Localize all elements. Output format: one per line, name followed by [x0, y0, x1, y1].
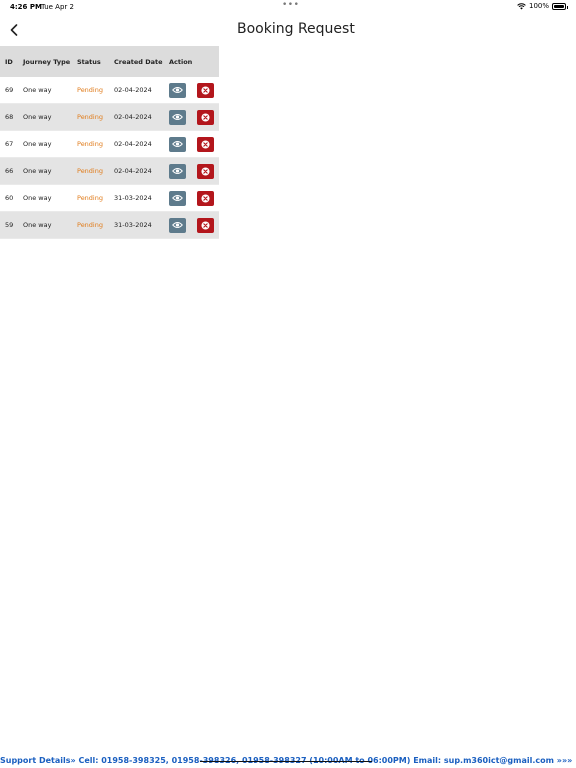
cell-status: Pending: [77, 140, 103, 148]
cell-created-date: 31-03-2024: [114, 194, 152, 202]
cell-status: Pending: [77, 194, 103, 202]
table-row[interactable]: 67 One way Pending 02-04-2024: [0, 131, 219, 158]
status-indicators: 100%: [517, 2, 568, 10]
cell-status: Pending: [77, 86, 103, 94]
cell-action: [169, 109, 219, 125]
close-circle-icon: [201, 112, 210, 122]
cell-id: 69: [5, 86, 14, 94]
chevron-left-icon: [10, 24, 18, 36]
eye-icon: [172, 141, 183, 147]
table-body: 69 One way Pending 02-04-2024 68 One way…: [0, 77, 219, 239]
table-row[interactable]: 59 One way Pending 31-03-2024: [0, 212, 219, 239]
eye-icon: [172, 114, 183, 120]
back-button[interactable]: [6, 22, 22, 38]
column-header-journey-type: Journey Type: [23, 57, 71, 66]
multitasking-dots-icon[interactable]: •••: [282, 0, 299, 10]
table-row[interactable]: 60 One way Pending 31-03-2024: [0, 185, 219, 212]
wifi-icon: [517, 2, 526, 9]
cell-status: Pending: [77, 167, 103, 175]
view-button[interactable]: [169, 109, 186, 125]
cell-journey-type: One way: [23, 167, 52, 175]
table-header-row: ID Journey Type Status Created Date Acti…: [0, 46, 219, 77]
cell-action: [169, 136, 219, 152]
view-button[interactable]: [169, 217, 186, 233]
cancel-button[interactable]: [197, 109, 214, 125]
cell-status: Pending: [77, 113, 103, 121]
page-title: Booking Request: [237, 21, 355, 37]
column-header-created-date: Created Date: [114, 57, 163, 66]
close-circle-icon: [201, 166, 210, 176]
eye-icon: [172, 87, 183, 93]
cell-action: [169, 190, 219, 206]
table-row[interactable]: 68 One way Pending 02-04-2024: [0, 104, 219, 131]
close-circle-icon: [201, 85, 210, 95]
cell-id: 59: [5, 221, 14, 229]
cell-journey-type: One way: [23, 113, 52, 121]
cell-status: Pending: [77, 221, 103, 229]
status-date: Tue Apr 2: [41, 3, 74, 11]
column-header-action: Action: [169, 57, 193, 66]
cell-action: [169, 82, 219, 98]
cell-created-date: 02-04-2024: [114, 167, 152, 175]
table-row[interactable]: 69 One way Pending 02-04-2024: [0, 77, 219, 104]
cancel-button[interactable]: [197, 136, 214, 152]
close-circle-icon: [201, 139, 210, 149]
cell-created-date: 02-04-2024: [114, 113, 152, 121]
column-header-id: ID: [5, 57, 13, 66]
eye-icon: [172, 168, 183, 174]
view-button[interactable]: [169, 163, 186, 179]
cell-action: [169, 217, 219, 233]
cell-journey-type: One way: [23, 140, 52, 148]
cell-id: 66: [5, 167, 14, 175]
header: Booking Request: [0, 18, 576, 44]
cancel-button[interactable]: [197, 190, 214, 206]
eye-icon: [172, 195, 183, 201]
cell-journey-type: One way: [23, 194, 52, 202]
support-marquee: Support Details» Cell: 01958-398325, 019…: [0, 756, 576, 768]
cancel-button[interactable]: [197, 82, 214, 98]
cell-created-date: 31-03-2024: [114, 221, 152, 229]
view-button[interactable]: [169, 136, 186, 152]
cell-id: 68: [5, 113, 14, 121]
cell-journey-type: One way: [23, 221, 52, 229]
view-button[interactable]: [169, 82, 186, 98]
battery-icon: [552, 2, 568, 10]
column-header-status: Status: [77, 57, 101, 66]
battery-percent: 100%: [528, 2, 549, 10]
close-circle-icon: [201, 220, 210, 230]
eye-icon: [172, 222, 183, 228]
cell-created-date: 02-04-2024: [114, 140, 152, 148]
status-time: 4:26 PM: [10, 3, 42, 11]
cancel-button[interactable]: [197, 217, 214, 233]
cell-id: 67: [5, 140, 14, 148]
close-circle-icon: [201, 193, 210, 203]
booking-table: ID Journey Type Status Created Date Acti…: [0, 46, 219, 239]
cancel-button[interactable]: [197, 163, 214, 179]
cell-created-date: 02-04-2024: [114, 86, 152, 94]
status-bar: 4:26 PM Tue Apr 2 ••• 100%: [0, 0, 576, 14]
cell-action: [169, 163, 219, 179]
cell-id: 60: [5, 194, 14, 202]
view-button[interactable]: [169, 190, 186, 206]
cell-journey-type: One way: [23, 86, 52, 94]
marquee-overlay-line: [200, 761, 372, 763]
table-row[interactable]: 66 One way Pending 02-04-2024: [0, 158, 219, 185]
